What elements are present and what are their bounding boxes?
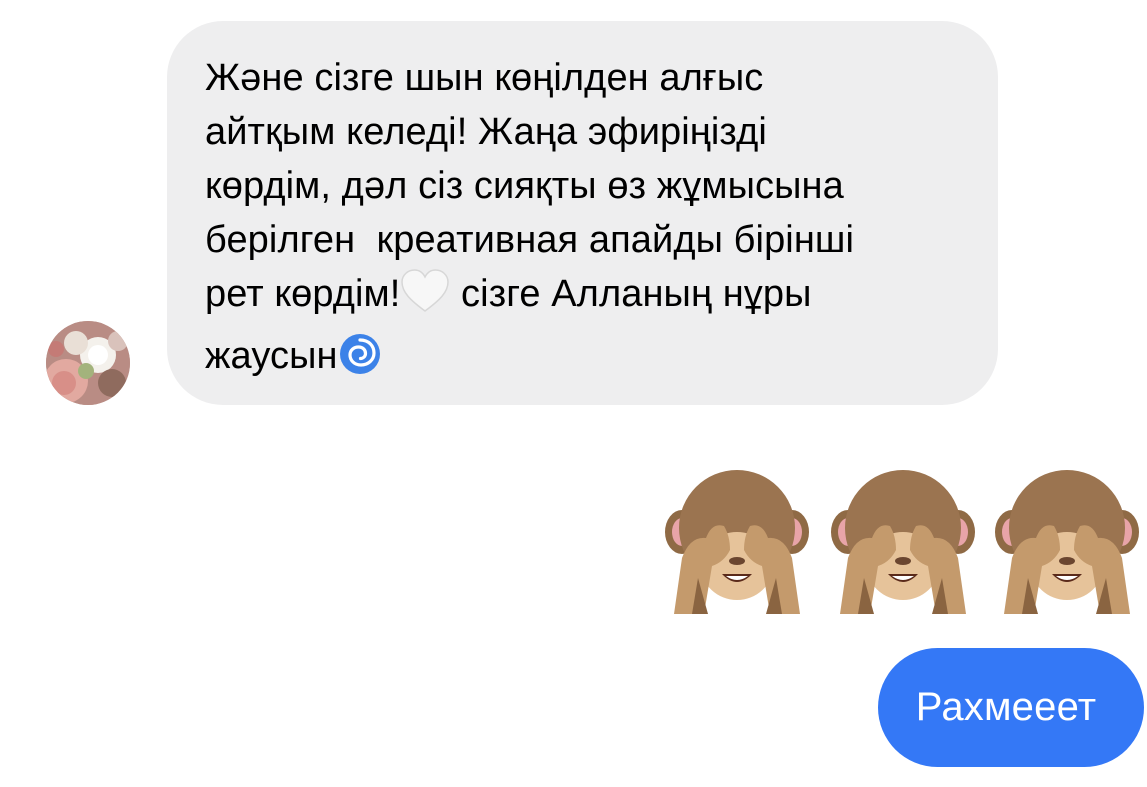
see-no-evil-monkey-icon — [830, 466, 976, 614]
see-no-evil-monkey-icon — [994, 466, 1140, 614]
message-line: айтқым келеді! Жаңа эфиріңізді — [205, 111, 767, 153]
message-line: көрдім, дəл сіз сияқты өз жұмысына — [205, 165, 844, 207]
outgoing-message-bubble[interactable]: Рахмееет — [878, 648, 1144, 767]
message-line: берілген креативная апайды бірінші — [205, 219, 855, 261]
incoming-message-bubble[interactable]: Жəне сізге шын көңілден алғыс айтқым кел… — [167, 21, 998, 405]
white-heart-icon — [400, 268, 450, 329]
outgoing-message-text: Рахмееет — [915, 685, 1097, 729]
flowers-avatar-icon — [46, 321, 130, 405]
message-line: рет көрдім! — [205, 273, 401, 315]
message-line: Жəне сізге шын көңілден алғыс — [205, 57, 764, 99]
see-no-evil-monkey-icon — [664, 466, 810, 614]
avatar[interactable] — [46, 321, 130, 405]
cyclone-icon — [338, 332, 382, 391]
monkey-emoji-message[interactable] — [664, 466, 1144, 614]
message-line: сізге Алланың нұры — [450, 273, 812, 315]
message-line-with-cyclone: жаусын — [205, 329, 962, 391]
message-line: жаусын — [205, 335, 338, 377]
message-line-with-heart: рет көрдім! сізге Алланың нұры — [205, 267, 962, 329]
